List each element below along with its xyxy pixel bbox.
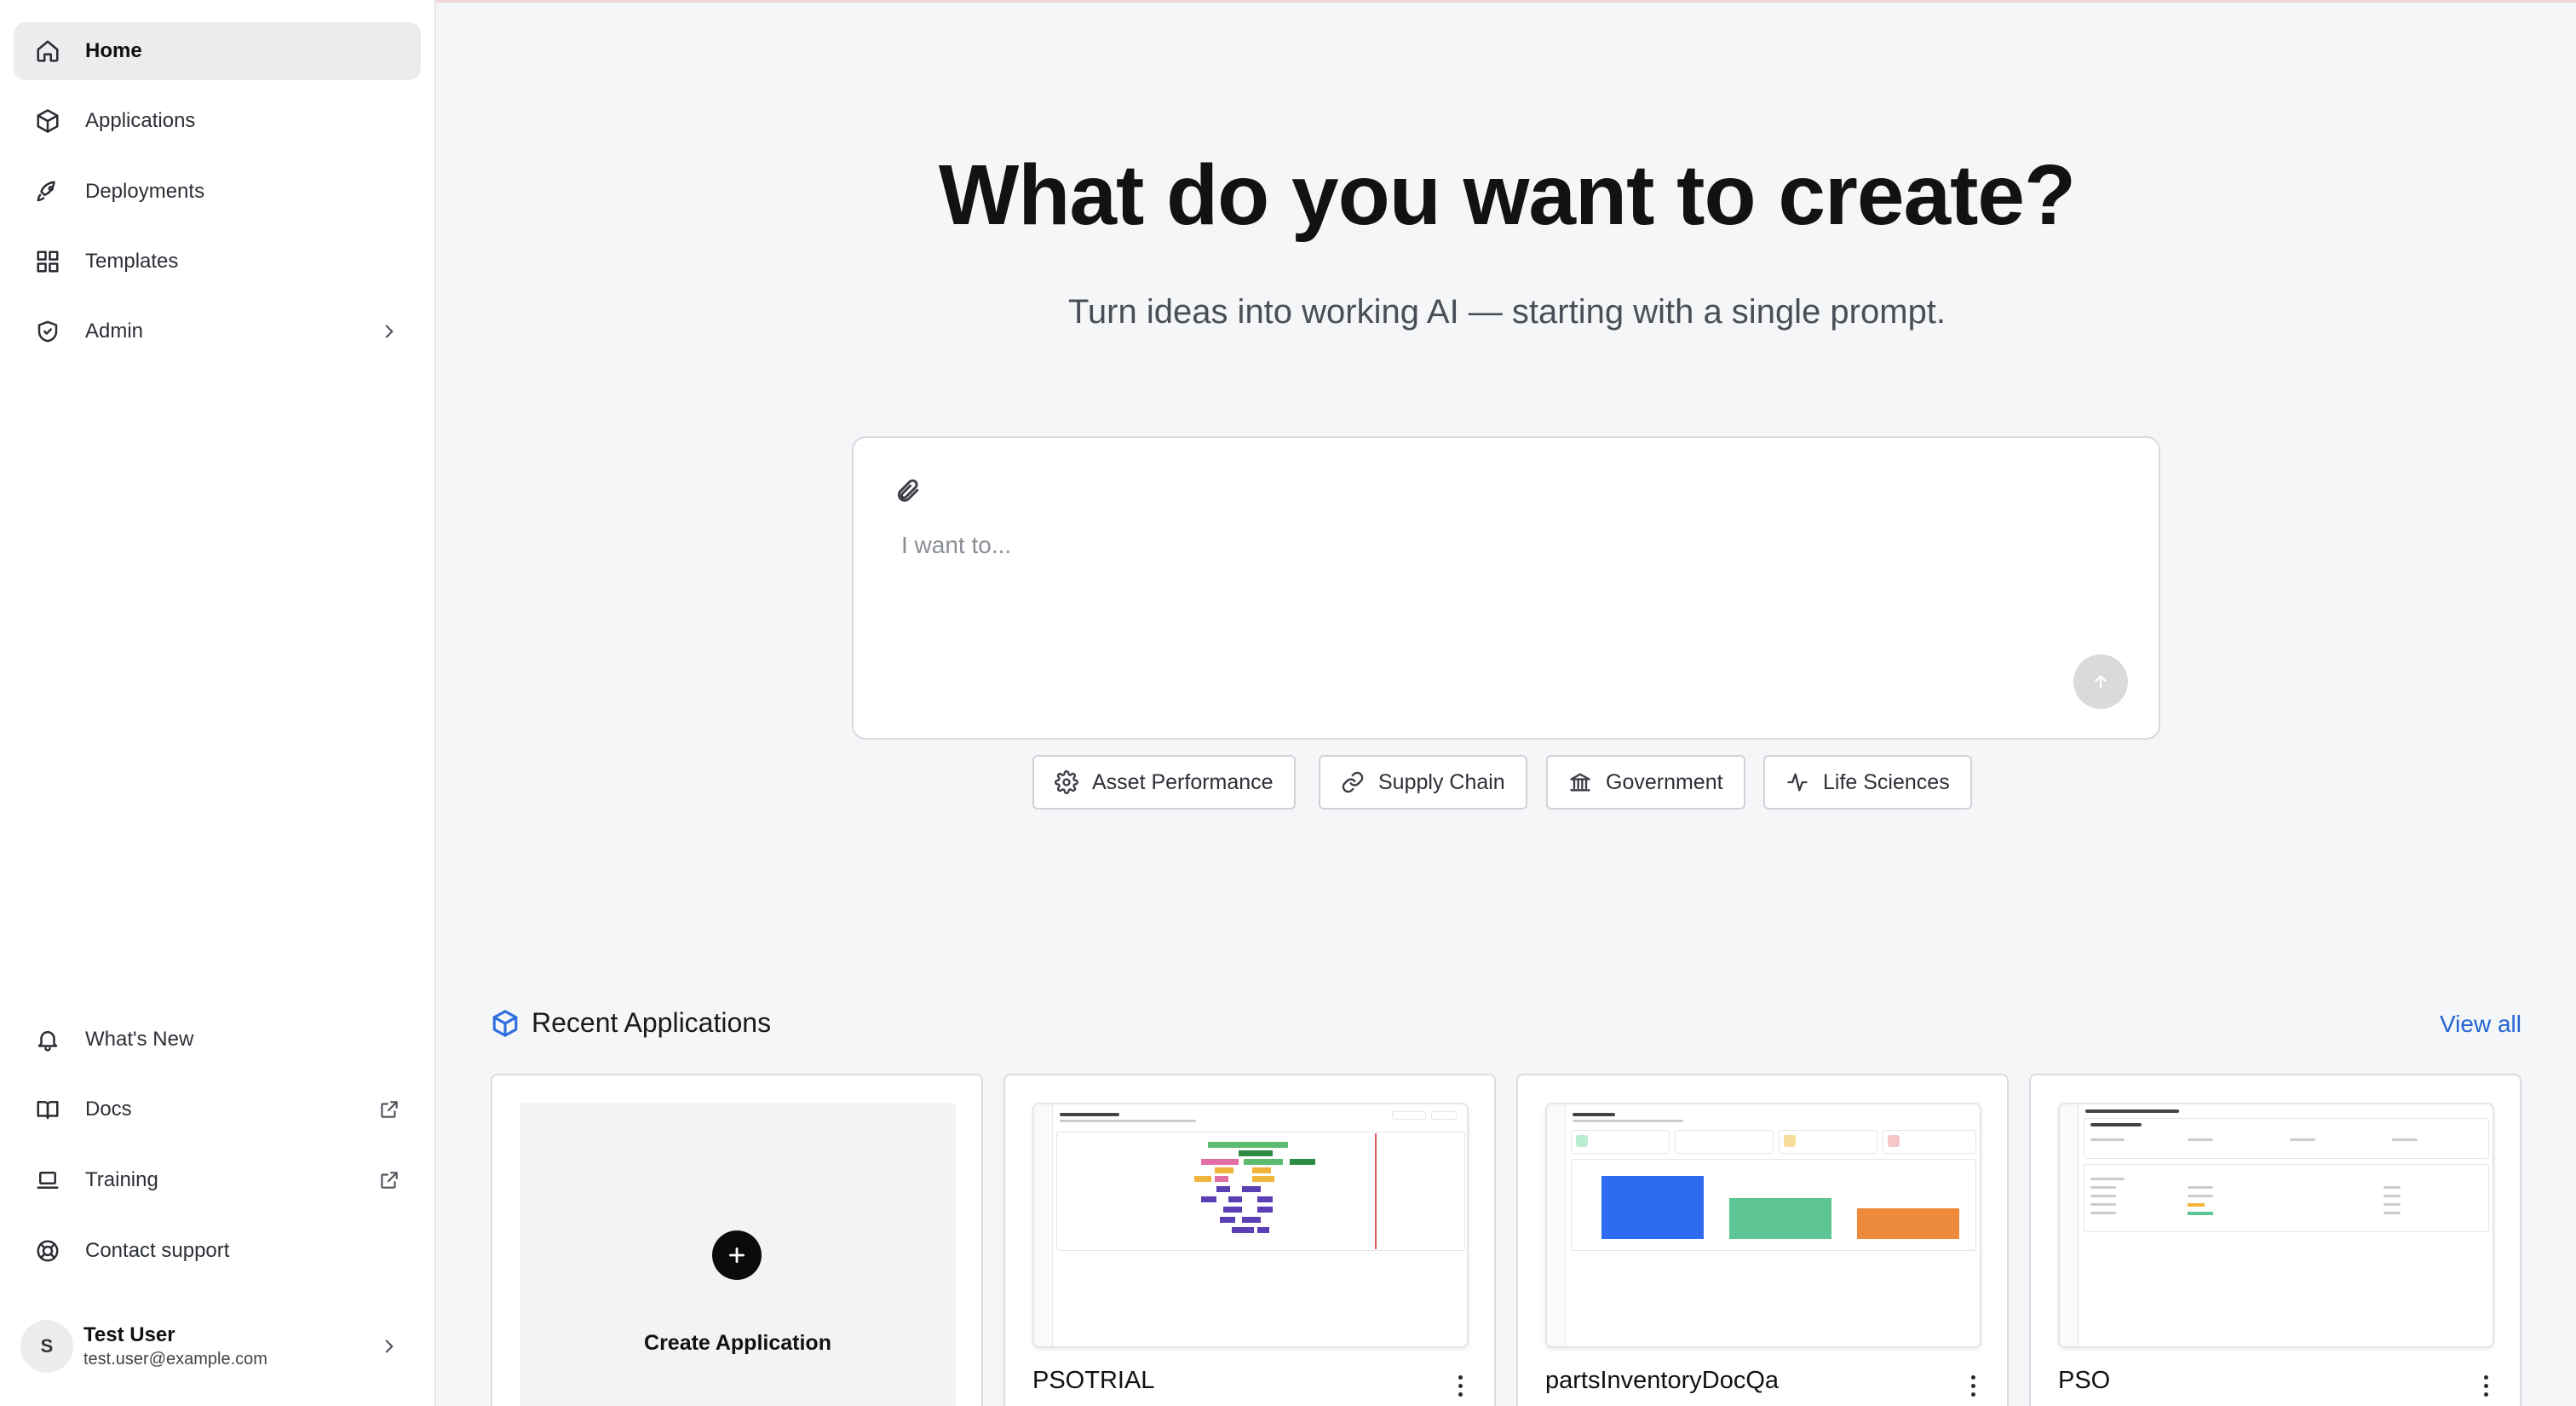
sidebar-item-label: Applications — [85, 109, 196, 132]
sidebar-item-label: What's New — [85, 1028, 194, 1051]
app-card[interactable]: partsInventoryDocQa — [1516, 1074, 2009, 1406]
sidebar-item-label: Training — [85, 1168, 158, 1191]
more-options-icon[interactable] — [1455, 1375, 1465, 1403]
avatar: S — [20, 1320, 73, 1373]
sidebar-item-home[interactable]: Home — [14, 22, 421, 80]
user-name: Test User — [83, 1323, 175, 1346]
prompt-input[interactable] — [901, 520, 2094, 571]
user-email: test.user@example.com — [83, 1350, 267, 1369]
gear-icon — [1055, 770, 1078, 794]
sidebar-item-docs[interactable]: Docs — [14, 1080, 421, 1138]
user-menu[interactable]: S Test User test.user@example.com — [14, 1316, 421, 1377]
create-application-button[interactable]: Create Application — [520, 1103, 956, 1406]
recent-applications-header: Recent Applications — [491, 1007, 771, 1039]
home-icon — [34, 37, 61, 65]
section-title: Recent Applications — [532, 1007, 772, 1038]
prompt-box — [852, 436, 2160, 740]
app-thumbnail — [1032, 1103, 1469, 1348]
bell-icon — [34, 1026, 61, 1053]
app-name: PSOTRIAL — [1032, 1367, 1155, 1394]
external-link-icon — [378, 1098, 400, 1121]
sidebar-item-label: Contact support — [85, 1239, 230, 1262]
app-name: partsInventoryDocQa — [1545, 1367, 1780, 1394]
create-application-card: Create Application — [491, 1074, 983, 1406]
chip-asset-performance[interactable]: Asset Performance — [1032, 755, 1296, 810]
rocket-icon — [34, 178, 61, 205]
sidebar-item-templates[interactable]: Templates — [14, 233, 421, 291]
chevron-right-icon — [378, 320, 400, 343]
app-name: PSO — [2058, 1367, 2111, 1394]
lifebuoy-icon — [34, 1237, 61, 1265]
chip-supply-chain[interactable]: Supply Chain — [1319, 755, 1527, 810]
grid-icon — [34, 248, 61, 275]
chip-life-sciences[interactable]: Life Sciences — [1763, 755, 1972, 810]
plus-icon — [712, 1230, 762, 1280]
more-options-icon[interactable] — [1968, 1375, 1978, 1403]
chip-label: Asset Performance — [1092, 769, 1274, 794]
sidebar-item-label: Templates — [85, 250, 179, 273]
cube-icon — [491, 1009, 520, 1038]
shield-icon — [34, 318, 61, 345]
chip-label: Government — [1606, 769, 1723, 794]
external-link-icon — [378, 1169, 400, 1191]
link-icon — [1341, 770, 1365, 794]
sidebar-item-deployments[interactable]: Deployments — [14, 163, 421, 221]
chip-government[interactable]: Government — [1546, 755, 1745, 810]
page-subtitle: Turn ideas into working AI — starting wi… — [1067, 293, 1946, 331]
sidebar-item-label: Docs — [85, 1098, 132, 1121]
sparkle-icon — [1785, 770, 1809, 794]
sidebar-item-admin[interactable]: Admin — [14, 303, 421, 360]
app-thumbnail — [1545, 1103, 1981, 1348]
sidebar-item-training[interactable]: Training — [14, 1151, 421, 1209]
book-icon — [34, 1096, 61, 1123]
bank-icon — [1568, 770, 1592, 794]
app-card[interactable]: PSOTRIAL — [1003, 1074, 1496, 1406]
sidebar-item-applications[interactable]: Applications — [14, 92, 421, 150]
sidebar-item-contact-support[interactable]: Contact support — [14, 1222, 421, 1280]
view-all-link[interactable]: View all — [2440, 1011, 2521, 1038]
cube-icon — [34, 107, 61, 135]
main-content: What do you want to create? Turn ideas i… — [438, 0, 2576, 1406]
arrow-up-icon — [2095, 675, 2107, 689]
more-options-icon[interactable] — [2481, 1375, 2491, 1403]
sidebar-item-label: Admin — [85, 320, 144, 343]
sidebar: Home Applications Deployments Templates … — [0, 0, 436, 1406]
app-card[interactable]: PSO — [2029, 1074, 2521, 1406]
sidebar-item-whats-new[interactable]: What's New — [14, 1011, 421, 1069]
sidebar-item-label: Deployments — [85, 180, 205, 203]
create-application-label: Create Application — [644, 1331, 831, 1355]
laptop-icon — [34, 1167, 61, 1194]
sidebar-item-label: Home — [85, 39, 142, 62]
page-title: What do you want to create? — [938, 147, 2076, 243]
chevron-right-icon — [378, 1335, 400, 1357]
chip-label: Supply Chain — [1378, 769, 1505, 794]
send-button[interactable] — [2073, 654, 2128, 709]
chip-label: Life Sciences — [1823, 769, 1950, 794]
app-thumbnail — [2058, 1103, 2494, 1348]
paperclip-icon[interactable] — [894, 477, 922, 504]
